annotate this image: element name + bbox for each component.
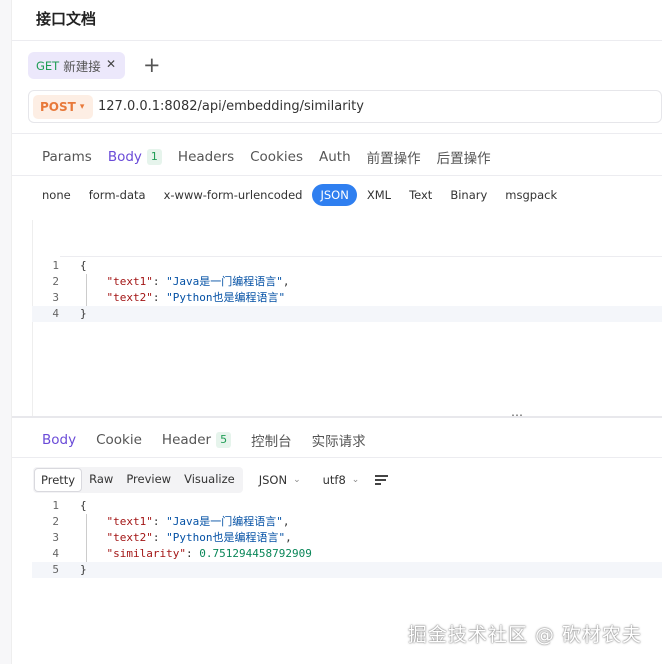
tab-response-body[interactable]: Body: [42, 430, 76, 450]
indent-guide: [86, 274, 87, 306]
code-line: 1 {: [52, 259, 87, 272]
body-type-form-data[interactable]: form-data: [81, 184, 154, 206]
view-pretty[interactable]: Pretty: [34, 468, 83, 492]
tab-console[interactable]: 控制台: [251, 430, 292, 450]
close-icon[interactable]: ✕: [106, 57, 116, 71]
request-json-code: 1 { 2 "text1": "Java是一门编程语言", 3 "text2":…: [32, 258, 662, 322]
code-line: 3 "text2": "Python也是编程语言",: [52, 531, 292, 544]
body-count-badge: 1: [146, 149, 162, 165]
chevron-down-icon: ⌄: [351, 475, 360, 485]
view-visualize[interactable]: Visualize: [178, 468, 241, 492]
response-format-bar: Pretty Raw Preview Visualize JSON ⌄ utf8 ⌄: [33, 467, 389, 493]
wrap-lines-icon[interactable]: [375, 474, 389, 486]
add-tab-icon[interactable]: +: [143, 53, 161, 77]
response-json-code: 1 { 2 "text1": "Java是一门编程语言", 3 "text2":…: [32, 498, 662, 578]
request-tab-name: 新建接: [63, 59, 101, 74]
tab-auth[interactable]: Auth: [319, 147, 351, 167]
tab-body[interactable]: Body 1: [108, 147, 162, 167]
tab-cookies[interactable]: Cookies: [250, 147, 303, 167]
code-line-current: 5 }: [32, 562, 662, 578]
page-title: 接口文档: [36, 10, 97, 28]
view-raw[interactable]: Raw: [83, 468, 119, 492]
request-tab[interactable]: GET 新建接 ✕: [28, 52, 125, 79]
code-line: 2 "text1": "Java是一门编程语言",: [52, 515, 290, 528]
drag-handle-icon[interactable]: ⋯: [511, 408, 523, 422]
tab-headers[interactable]: Headers: [178, 147, 234, 167]
code-line: 3 "text2": "Python也是编程语言": [52, 291, 286, 304]
code-line: 2 "text1": "Java是一门编程语言",: [52, 275, 290, 288]
chevron-down-icon: ▾: [79, 101, 85, 112]
tab-response-header[interactable]: Header 5: [162, 430, 232, 450]
body-type-binary[interactable]: Binary: [442, 184, 495, 206]
method-label: POST: [40, 99, 76, 114]
request-tabs: Params Body 1 Headers Cookies Auth 前置操作 后…: [42, 147, 507, 167]
chevron-down-icon: ⌄: [293, 475, 301, 485]
divider: [12, 175, 662, 176]
view-preview[interactable]: Preview: [120, 468, 177, 492]
body-type-xml[interactable]: XML: [359, 184, 399, 206]
format-select[interactable]: JSON ⌄: [253, 469, 307, 491]
header-count-badge: 5: [216, 432, 232, 448]
tab-response-cookie[interactable]: Cookie: [96, 430, 142, 450]
url-bar: POST ▾ 127.0.0.1:8082/api/embedding/simi…: [28, 90, 662, 123]
indent-guide: [86, 514, 87, 562]
body-type-none[interactable]: none: [34, 184, 79, 206]
editor-top-rule: [60, 256, 662, 257]
body-type-msgpack[interactable]: msgpack: [497, 184, 565, 206]
left-sidebar-strip: [0, 0, 12, 664]
body-type-selector: none form-data x-www-form-urlencoded JSO…: [34, 184, 567, 206]
panel-splitter[interactable]: [12, 416, 662, 418]
divider: [12, 457, 662, 458]
divider: [12, 40, 662, 41]
code-line: 1 {: [52, 499, 87, 512]
divider: [12, 133, 662, 134]
tab-params[interactable]: Params: [42, 147, 92, 167]
url-input[interactable]: 127.0.0.1:8082/api/embedding/similarity: [98, 99, 364, 114]
watermark: 掘金技术社区 @ 砍材农夫: [407, 624, 642, 646]
code-line: 4 "similarity": 0.751294458792909: [52, 547, 312, 560]
tab-actual-request[interactable]: 实际请求: [312, 430, 366, 450]
response-tabs: Body Cookie Header 5 控制台 实际请求: [42, 430, 386, 450]
body-type-urlencoded[interactable]: x-www-form-urlencoded: [156, 184, 311, 206]
body-type-text[interactable]: Text: [401, 184, 440, 206]
request-tab-method: GET: [36, 58, 60, 73]
view-mode-group: Pretty Raw Preview Visualize: [33, 467, 243, 493]
code-line-current: 4 }: [32, 306, 662, 322]
method-select[interactable]: POST ▾: [33, 94, 93, 119]
tab-pre-operations[interactable]: 前置操作: [367, 147, 421, 167]
encoding-select[interactable]: utf8 ⌄: [317, 469, 366, 491]
body-type-json[interactable]: JSON: [312, 184, 357, 206]
tab-post-operations[interactable]: 后置操作: [437, 147, 491, 167]
